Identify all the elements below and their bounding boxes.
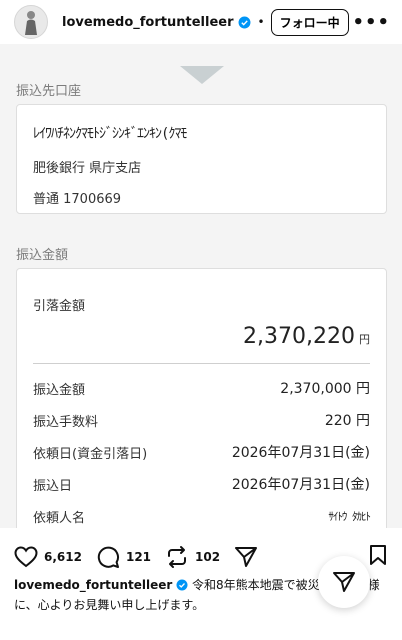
detail-row: 依頼日(資金引落日) 2026年07月31日(金) [33, 436, 370, 468]
detail-label: 依頼人名 [33, 510, 86, 526]
debit-amount-value: 2,370,220 [243, 324, 355, 349]
avatar[interactable] [14, 5, 48, 39]
heart-icon [14, 546, 38, 568]
separator-dot: • [257, 15, 265, 29]
arrow-down-icon [180, 66, 224, 84]
yen-unit: 円 [359, 333, 370, 346]
detail-row: 振込金額 2,370,000 円 [33, 372, 370, 404]
dest-account-card: ﾚｲﾜﾊﾁﾈﾝｸﾏﾓﾄｼﾞｼﾝｷﾞｴﾝｷﾝ(ｸﾏﾓ 肥後銀行 県庁支店 普通 1… [16, 104, 387, 214]
account-number: 普通 1700669 [33, 192, 122, 207]
detail-value: 220 円 [324, 413, 370, 429]
detail-value: 2026年07月31日(金) [231, 445, 370, 461]
floating-share-button[interactable] [318, 556, 370, 608]
caption-username[interactable]: lovemedo_fortuntelleer [14, 578, 172, 592]
comment-icon [97, 546, 119, 568]
debit-amount-label: 引落金額 [33, 299, 86, 314]
more-options-icon[interactable]: ••• [352, 12, 390, 33]
detail-value: 2,370,000 円 [280, 381, 370, 397]
debit-amount: 2,370,220 円 [33, 324, 370, 349]
following-button[interactable]: フォロー中 [270, 8, 349, 36]
verified-badge-icon [176, 578, 188, 596]
detail-label: 依頼日(資金引落日) [33, 446, 148, 462]
amount-card: 引落金額 2,370,220 円 振込金額 2,370,000 円 振込手数料 2… [16, 268, 387, 528]
repost-button[interactable]: 102 [165, 545, 220, 569]
send-icon [235, 547, 258, 567]
detail-row: 振込手数料 220 円 [33, 404, 370, 436]
comment-button[interactable]: 121 [96, 545, 151, 569]
detail-row: 振込日 2026年07月31日(金) [33, 468, 370, 500]
header-username[interactable]: lovemedo_fortuntelleer [62, 15, 234, 30]
detail-label: 振込日 [33, 478, 73, 494]
detail-label: 振込手数料 [33, 414, 99, 430]
detail-label: 振込金額 [33, 382, 86, 398]
comment-count: 121 [125, 550, 152, 564]
recipient-name: ﾚｲﾜﾊﾁﾈﾝｸﾏﾓﾄｼﾞｼﾝｷﾞｴﾝｷﾝ(ｸﾏﾓ [33, 126, 187, 142]
send-icon [333, 572, 355, 592]
bank-branch: 肥後銀行 県庁支店 [33, 161, 142, 176]
repost-count: 102 [195, 550, 221, 564]
bookmark-icon [370, 545, 386, 565]
like-count: 6,612 [44, 550, 82, 564]
divider [33, 363, 370, 364]
save-button[interactable] [368, 544, 388, 570]
verified-badge-icon [238, 16, 251, 29]
repost-icon [168, 546, 187, 568]
detail-value: ｻｲﾄｳ ﾀｶﾋﾄ [328, 510, 371, 523]
post-header: lovemedo_fortuntelleer • フォロー中 ••• [0, 0, 402, 44]
detail-value: 2026年07月31日(金) [231, 477, 370, 493]
profile-figure-icon [25, 11, 37, 35]
detail-row: 依頼人名 ｻｲﾄｳ ﾀｶﾋﾄ [33, 500, 371, 528]
dest-section-label: 振込先口座 [16, 84, 82, 99]
share-button[interactable] [234, 546, 258, 568]
post-image[interactable]: 振込先口座 ﾚｲﾜﾊﾁﾈﾝｸﾏﾓﾄｼﾞｼﾝｷﾞｴﾝｷﾝ(ｸﾏﾓ 肥後銀行 県庁支… [0, 44, 402, 528]
amount-section-label: 振込金額 [16, 248, 69, 263]
like-button[interactable]: 6,612 [14, 546, 82, 568]
